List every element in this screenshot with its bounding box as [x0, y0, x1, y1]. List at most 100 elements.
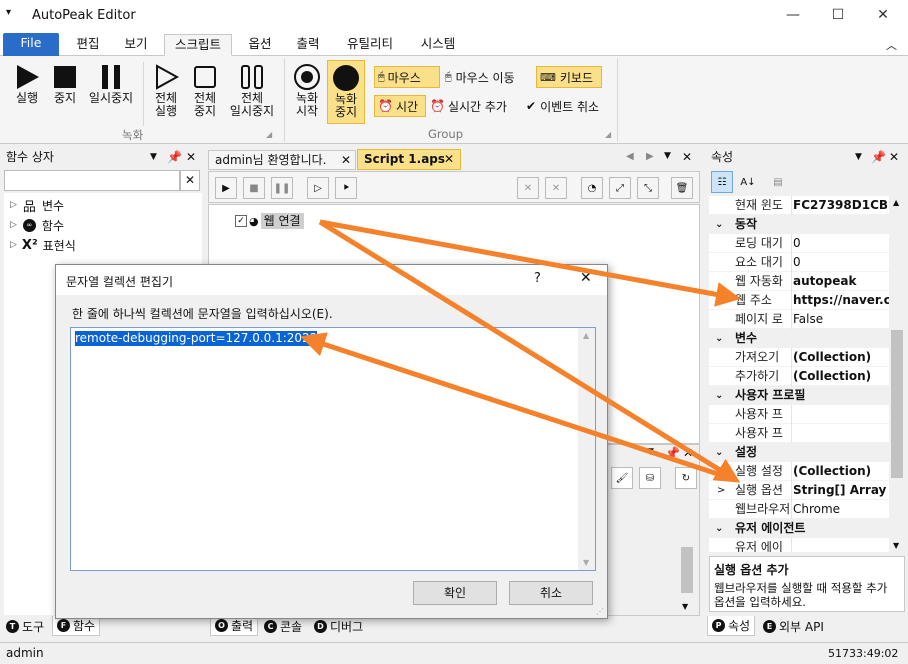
ok-button[interactable]: 확인 [413, 581, 497, 605]
close-button[interactable]: ✕ [860, 0, 906, 30]
tab-properties[interactable]: P 속성 [707, 616, 756, 636]
scroll-thumb[interactable] [891, 330, 903, 478]
collapse-arrow-icon[interactable]: ⌄ [715, 386, 723, 405]
property-row[interactable]: 로딩 대기 0 [709, 234, 889, 253]
stop-all-button[interactable]: 전체 중지 [187, 62, 223, 118]
expand-arrow-icon[interactable]: ▷ [10, 240, 17, 250]
collapse-arrow-icon[interactable]: ⌄ [715, 329, 723, 348]
categorized-button[interactable]: ☷ [711, 171, 733, 193]
property-value[interactable]: 0 [793, 253, 889, 272]
alphabetical-button[interactable]: A↓ [737, 171, 759, 193]
delete-button[interactable]: 🗑 [671, 177, 693, 199]
tab-close-icon[interactable]: ✕ [341, 151, 351, 169]
fill-button[interactable]: ⛁ [639, 467, 661, 489]
property-value[interactable]: Chrome [793, 500, 889, 519]
property-value[interactable]: 0 [793, 234, 889, 253]
maximize-button[interactable]: ☐ [815, 0, 861, 30]
run-button[interactable]: 실행 [8, 62, 46, 105]
tab-edit[interactable]: 편집 [66, 34, 110, 56]
property-value[interactable]: FC27398D1CBBC [793, 196, 889, 215]
property-category[interactable]: ⌄ 동작 [709, 215, 889, 234]
panel-dropdown-icon[interactable]: ▼ [855, 146, 862, 168]
tree-item-variables[interactable]: ▷ 品 변수 [10, 195, 64, 215]
property-value[interactable]: (Collection) [793, 462, 889, 481]
property-pages-button[interactable]: ▤ [767, 171, 789, 193]
tab-debug[interactable]: D 디버그 [310, 616, 367, 636]
keyboard-record-toggle[interactable]: ⌨ 키보드 [536, 66, 602, 88]
property-row[interactable]: 페이지 로 False [709, 310, 889, 329]
scroll-down-icon[interactable]: ▼ [583, 558, 589, 567]
property-row[interactable]: 실행 설정 (Collection) [709, 462, 889, 481]
time-record-toggle[interactable]: ⏰ 시간 [374, 95, 426, 117]
panel-dropdown-icon[interactable]: ▼ [150, 146, 157, 168]
panel-dropdown-icon[interactable]: ▼ [647, 447, 654, 457]
scroll-down-icon[interactable]: ▼ [893, 541, 899, 550]
property-row[interactable]: 가져오기 (Collection) [709, 348, 889, 367]
property-row[interactable]: 웹브라우저 Chrome [709, 500, 889, 519]
refresh-button[interactable]: ↻ [675, 467, 697, 489]
tab-welcome[interactable]: admin님 환영합니다. ✕ [208, 150, 356, 170]
property-row[interactable]: 유저 에이 [709, 538, 889, 552]
expand-arrow-icon[interactable]: > [717, 481, 725, 500]
tab-file[interactable]: File [3, 33, 59, 56]
property-row[interactable]: 사용자 프 [709, 405, 889, 424]
clear-search-button[interactable]: ✕ [180, 170, 200, 191]
editor-clock-button[interactable]: ◔ [581, 177, 603, 199]
textarea-scrollbar[interactable]: ▲ ▼ [578, 328, 595, 570]
editor-close-icon[interactable]: ✕ [682, 150, 692, 164]
dialog-help-button[interactable]: ? [534, 271, 541, 286]
editor-step-button[interactable]: ▷ [307, 177, 329, 199]
pin-icon[interactable]: 📌 [665, 446, 680, 460]
property-row[interactable]: 웹 자동화 autopeak [709, 272, 889, 291]
cancel-button[interactable]: 취소 [509, 581, 593, 605]
quick-access-menu-icon[interactable]: ▾ [6, 7, 11, 18]
tab-scroll-left-icon[interactable]: ◀ [626, 151, 634, 162]
dialog-launcher-icon[interactable]: ◢ [266, 130, 272, 139]
brush-button[interactable]: 🖌 [611, 467, 633, 489]
property-scrollbar[interactable]: ▲ ▼ [889, 196, 905, 552]
property-value[interactable]: (Collection) [793, 367, 889, 386]
run-all-button[interactable]: 전체 실행 [147, 62, 185, 118]
pause-all-button[interactable]: 전체 일시중지 [225, 62, 279, 118]
editor-pause-button[interactable]: ❚❚ [271, 177, 293, 199]
scroll-down-icon[interactable]: ▼ [682, 602, 688, 611]
tab-script-1[interactable]: Script 1.aps ✕ [357, 149, 461, 170]
pin-icon[interactable]: 📌 [167, 146, 182, 168]
tab-close-icon[interactable]: ✕ [444, 150, 454, 169]
collapse-arrow-icon[interactable]: ⌄ [715, 215, 723, 234]
property-row[interactable]: 웹 주소 https://naver.co [709, 291, 889, 310]
property-category[interactable]: ⌄ 사용자 프로필 [709, 386, 889, 405]
scroll-up-icon[interactable]: ▲ [893, 198, 899, 207]
pause-button[interactable]: 일시중지 [84, 62, 138, 105]
collapse-arrow-icon[interactable]: ⌄ [715, 519, 723, 538]
panel-close-icon[interactable]: ✕ [683, 446, 693, 460]
stop-button[interactable]: 중지 [48, 62, 82, 105]
tab-output-pane[interactable]: O 출력 [210, 616, 259, 636]
tab-options[interactable]: 옵션 [238, 34, 282, 56]
minimize-button[interactable]: — [770, 0, 816, 30]
property-value[interactable]: (Collection) [793, 348, 889, 367]
property-row[interactable]: 사용자 프 [709, 424, 889, 443]
expand-arrow-icon[interactable]: ▷ [10, 220, 17, 230]
expand-button[interactable]: ⤢ [609, 177, 631, 199]
panel-close-icon[interactable]: ✕ [186, 146, 196, 168]
expand-arrow-icon[interactable]: ▷ [10, 200, 17, 210]
tab-utility[interactable]: 유틸리티 [336, 34, 404, 56]
pin-icon[interactable]: 📌 [871, 146, 886, 168]
property-row[interactable]: > 실행 옵션 String[] Array [709, 481, 889, 500]
mouse-record-toggle[interactable]: 🖱 마우스 [374, 66, 440, 88]
collapse-ribbon-icon[interactable]: ︿ [886, 37, 897, 53]
realtime-add-toggle[interactable]: ⏰ 실시간 추가 [430, 95, 522, 117]
mouse-move-toggle[interactable]: 🖱 마우스 이동 [445, 66, 535, 88]
editor-disable-button[interactable]: ✕ [517, 177, 539, 199]
tab-system[interactable]: 시스템 [410, 34, 466, 56]
property-row[interactable]: 요소 대기 0 [709, 253, 889, 272]
collapse-button[interactable]: ⤡ [637, 177, 659, 199]
editor-run-to-button[interactable]: ⯈ [335, 177, 357, 199]
property-value[interactable]: String[] Array [793, 481, 889, 500]
property-category[interactable]: ⌄ 변수 [709, 329, 889, 348]
property-category[interactable]: ⌄ 유저 에이전트 [709, 519, 889, 538]
tab-external-api[interactable]: E 외부 API [759, 616, 828, 636]
tab-output[interactable]: 출력 [286, 34, 330, 56]
property-value[interactable]: False [793, 310, 889, 329]
